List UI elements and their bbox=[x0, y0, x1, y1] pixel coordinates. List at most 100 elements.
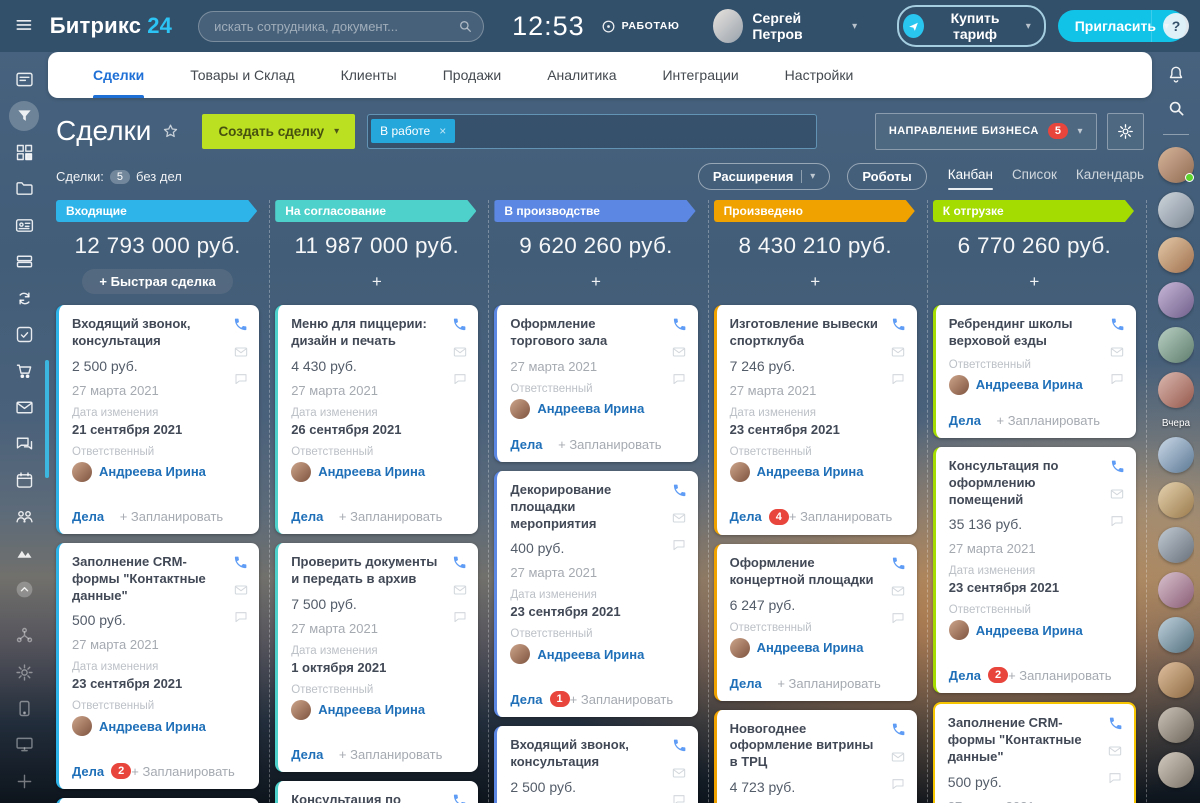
deal-title[interactable]: Оформление концертной площадки bbox=[730, 555, 881, 589]
user-avatar[interactable] bbox=[1158, 527, 1194, 563]
deal-title[interactable]: Изготовление вывески спортклуба bbox=[730, 316, 881, 350]
add-deal-button[interactable]: + bbox=[579, 272, 613, 292]
mobile-icon[interactable] bbox=[9, 694, 39, 723]
deal-title[interactable]: Оформление торгового зала bbox=[510, 316, 661, 350]
drive-icon[interactable] bbox=[9, 247, 39, 276]
tasks-icon[interactable] bbox=[9, 320, 39, 349]
search-icon[interactable] bbox=[1166, 98, 1186, 118]
notifications-bell-icon[interactable] bbox=[1166, 64, 1186, 84]
schedule-link[interactable]: + Запланировать bbox=[777, 676, 880, 691]
buy-plan-button[interactable]: Купить тариф ▾ bbox=[897, 5, 1046, 47]
view-tab-список[interactable]: Список bbox=[1012, 167, 1057, 186]
add-icon[interactable] bbox=[9, 767, 39, 796]
column-header[interactable]: В производстве bbox=[494, 200, 695, 222]
nav-tab-товары-и-склад[interactable]: Товары и Склад bbox=[167, 52, 317, 98]
search-icon[interactable] bbox=[457, 18, 473, 34]
automation-icon[interactable] bbox=[9, 621, 39, 650]
phone-icon[interactable] bbox=[1109, 458, 1126, 475]
todos-link[interactable]: Дела bbox=[291, 747, 323, 762]
menu-icon[interactable] bbox=[14, 15, 34, 37]
employees-icon[interactable] bbox=[9, 502, 39, 531]
extensions-button[interactable]: Расширения ▾ bbox=[698, 163, 830, 190]
column-header[interactable]: Входящие bbox=[56, 200, 257, 222]
column-header[interactable]: На согласование bbox=[275, 200, 476, 222]
user-avatar[interactable] bbox=[1158, 192, 1194, 228]
messenger-icon[interactable] bbox=[9, 429, 39, 458]
user-avatar[interactable] bbox=[1158, 752, 1194, 788]
add-deal-button[interactable]: + bbox=[798, 272, 832, 292]
responsible-link[interactable]: Андреева Ирина bbox=[976, 623, 1083, 638]
phone-icon[interactable] bbox=[451, 792, 468, 803]
deal-title[interactable]: Консультация по оформлению помещений bbox=[291, 792, 442, 803]
phone-icon[interactable] bbox=[890, 316, 907, 333]
phone-icon[interactable] bbox=[1107, 715, 1124, 732]
mail-icon[interactable] bbox=[671, 765, 687, 781]
chat-icon[interactable] bbox=[1107, 770, 1123, 786]
mail-icon[interactable] bbox=[671, 344, 687, 360]
user-avatar[interactable] bbox=[1158, 707, 1194, 743]
deal-title[interactable]: Новогоднее оформление витрины в ТРЦ bbox=[730, 721, 881, 772]
add-deal-button[interactable]: + bbox=[360, 272, 394, 292]
phone-icon[interactable] bbox=[451, 316, 468, 333]
deal-title[interactable]: Входящий звонок, консультация bbox=[72, 316, 223, 350]
chat-icon[interactable] bbox=[890, 776, 906, 792]
deal-title[interactable]: Меню для пиццерии: дизайн и печать bbox=[291, 316, 442, 350]
schedule-link[interactable]: + Запланировать bbox=[558, 437, 661, 452]
logo[interactable]: Битрикс24 bbox=[50, 13, 172, 39]
folder-icon[interactable] bbox=[9, 174, 39, 203]
calendar-icon[interactable] bbox=[9, 465, 39, 494]
nav-tab-интеграции[interactable]: Интеграции bbox=[639, 52, 761, 98]
user-avatar[interactable] bbox=[1158, 437, 1194, 473]
todos-link[interactable]: Дела bbox=[949, 668, 981, 683]
responsible-link[interactable]: Андреева Ирина bbox=[757, 640, 864, 655]
user-avatar[interactable] bbox=[1158, 372, 1194, 408]
create-deal-button[interactable]: Создать сделку ▾ bbox=[202, 114, 355, 149]
mail-icon[interactable] bbox=[671, 510, 687, 526]
todos-link[interactable]: Дела bbox=[730, 676, 762, 691]
deal-card[interactable]: Заполнение CRM-формы "Контактные данные"… bbox=[56, 543, 259, 790]
mail-icon[interactable] bbox=[9, 393, 39, 422]
phone-icon[interactable] bbox=[1109, 316, 1126, 333]
schedule-link[interactable]: + Запланировать bbox=[570, 692, 673, 707]
todos-link[interactable]: Дела bbox=[730, 509, 762, 524]
live-feed-icon[interactable] bbox=[9, 65, 39, 94]
mail-icon[interactable] bbox=[233, 344, 249, 360]
phone-icon[interactable] bbox=[890, 721, 907, 738]
chat-icon[interactable] bbox=[890, 610, 906, 626]
deal-card[interactable]: Входящий звонок, консультация2 500 руб.2… bbox=[494, 726, 697, 803]
nav-tab-продажи[interactable]: Продажи bbox=[420, 52, 524, 98]
add-deal-button[interactable]: + Быстрая сделка bbox=[82, 269, 232, 294]
mail-icon[interactable] bbox=[233, 582, 249, 598]
deal-title[interactable]: Заполнение CRM-формы "Контактные данные" bbox=[948, 715, 1098, 766]
clock[interactable]: 12:53 bbox=[512, 11, 585, 42]
shop-cart-icon[interactable] bbox=[9, 356, 39, 385]
deal-card[interactable]: Проверить документы и передать в архив7 … bbox=[275, 543, 478, 772]
favorite-star-icon[interactable] bbox=[161, 122, 180, 141]
deal-card[interactable]: Консультация по оформлению помещений35 1… bbox=[933, 447, 1136, 694]
responsible-link[interactable]: Андреева Ирина bbox=[318, 702, 425, 717]
user-avatar[interactable] bbox=[1158, 662, 1194, 698]
desktop-icon[interactable] bbox=[9, 730, 39, 759]
collapse-icon[interactable] bbox=[9, 575, 39, 604]
todos-link[interactable]: Дела bbox=[72, 509, 104, 524]
view-tab-календарь[interactable]: Календарь bbox=[1076, 167, 1144, 186]
nav-tab-сделки[interactable]: Сделки bbox=[70, 52, 167, 98]
deal-card[interactable]: Консультация по оформлению помещений35 1… bbox=[275, 781, 478, 803]
robots-button[interactable]: Роботы bbox=[847, 163, 926, 190]
todos-link[interactable]: Дела bbox=[510, 692, 542, 707]
user-avatar[interactable] bbox=[1158, 237, 1194, 273]
crm-icon[interactable] bbox=[9, 101, 39, 130]
marketplace-icon[interactable] bbox=[9, 138, 39, 167]
deal-card[interactable]: Ребрендинг школы верховой ездыОтветствен… bbox=[933, 305, 1136, 438]
deal-title[interactable]: Входящий звонок, консультация bbox=[510, 737, 661, 771]
responsible-link[interactable]: Андреева Ирина bbox=[757, 464, 864, 479]
deal-title[interactable]: Ребрендинг школы верховой езды bbox=[949, 316, 1100, 350]
column-header[interactable]: К отгрузке bbox=[933, 200, 1134, 222]
phone-icon[interactable] bbox=[671, 737, 688, 754]
schedule-link[interactable]: + Запланировать bbox=[339, 747, 442, 762]
schedule-link[interactable]: + Запланировать bbox=[1008, 668, 1111, 683]
schedule-link[interactable]: + Запланировать bbox=[997, 413, 1100, 428]
filter-tag[interactable]: В работе × bbox=[371, 119, 455, 143]
responsible-link[interactable]: Андреева Ирина bbox=[537, 647, 644, 662]
chat-icon[interactable] bbox=[452, 371, 468, 387]
